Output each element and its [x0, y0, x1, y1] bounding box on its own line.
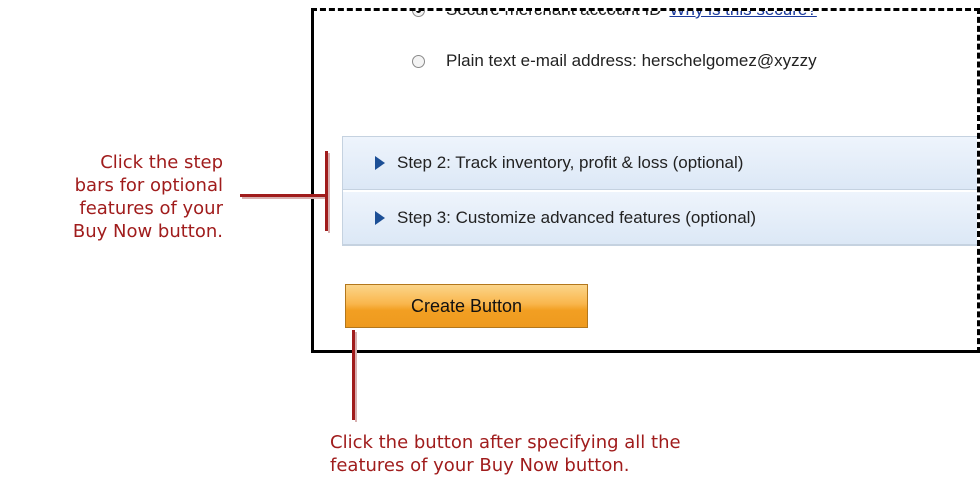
radio-secure-merchant[interactable]: [412, 11, 425, 17]
screenshot-panel: Secure merchant account ID Why is this s…: [311, 8, 980, 353]
radio-row-plain[interactable]: Plain text e-mail address: herschelgomez…: [412, 50, 817, 72]
create-button[interactable]: Create Button: [345, 284, 588, 328]
radio-plain-email[interactable]: [412, 54, 425, 68]
expand-triangle-icon: [375, 211, 385, 225]
pointer-line: [352, 330, 355, 420]
step-bars: Step 2: Track inventory, profit & loss (…: [342, 136, 977, 246]
radio-secure-label: Secure merchant account ID: [446, 8, 662, 19]
annotation-text: Click the button after specifying all th…: [330, 432, 681, 476]
why-secure-link[interactable]: Why is this secure?: [669, 11, 816, 20]
pointer-line-shadow: [242, 197, 328, 199]
step-bar-track-inventory[interactable]: Step 2: Track inventory, profit & loss (…: [343, 137, 977, 190]
pointer-line-shadow: [355, 332, 357, 422]
expand-triangle-icon: [375, 156, 385, 170]
step-label: Step 3: Customize advanced features (opt…: [397, 208, 757, 227]
radio-row-secure[interactable]: Secure merchant account ID Why is this s…: [412, 8, 817, 21]
bracket-line: [325, 151, 328, 231]
annotation-text: Click the step bars for optional feature…: [72, 152, 223, 242]
annotation-step-bars: Click the step bars for optional feature…: [73, 151, 223, 243]
pointer-line: [240, 194, 326, 197]
pointer-line-shadow: [328, 153, 330, 233]
annotation-create-button: Click the button after specifying all th…: [330, 431, 681, 477]
step-label: Step 2: Track inventory, profit & loss (…: [397, 153, 744, 172]
step-bar-customize-advanced[interactable]: Step 3: Customize advanced features (opt…: [343, 192, 977, 245]
radio-plain-label: Plain text e-mail address: herschelgomez…: [446, 51, 817, 70]
